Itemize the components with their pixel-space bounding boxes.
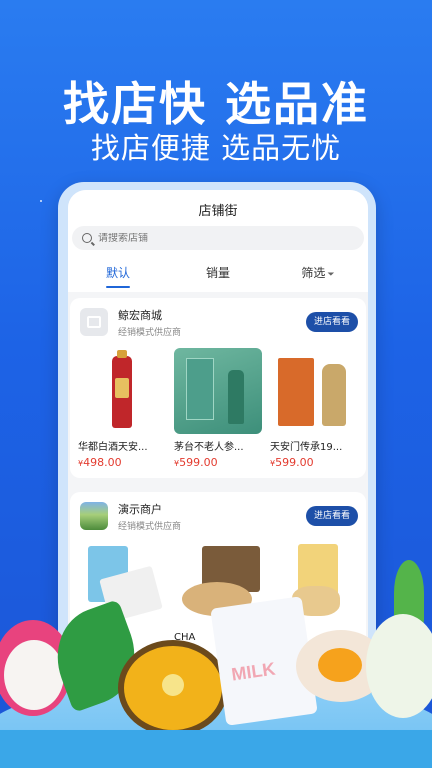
- store-header: 演示商户 经销模式供应商 进店看看: [70, 492, 366, 542]
- product-image: [174, 348, 262, 434]
- store-card: 鲸宏商城 经销模式供应商 进店看看 华都白酒天安... ¥498.00 茅台不老…: [70, 298, 366, 478]
- store-name: 演示商户: [118, 503, 162, 516]
- kiwi-illustration: [118, 640, 228, 736]
- store-name: 鲸宏商城: [118, 309, 162, 322]
- bottom-bar-decoration: [0, 730, 432, 768]
- search-icon: [82, 233, 92, 243]
- tab-default-label: 默认: [105, 266, 130, 280]
- product-item[interactable]: 华都白酒天安... ¥498.00: [76, 348, 168, 469]
- store-type: 经销模式供应商: [118, 328, 182, 338]
- search-bar[interactable]: [72, 226, 364, 250]
- filter-icon: ⏷: [327, 270, 335, 280]
- product-name: 天安门传承19...: [270, 442, 343, 453]
- hero-banner: 找店快 选品准 找店便捷 选品无忧: [0, 0, 432, 202]
- visit-store-button[interactable]: 进店看看: [305, 312, 358, 332]
- product-row: 华都白酒天安... ¥498.00 茅台不老人参... ¥599.00 天安门传…: [70, 348, 366, 469]
- hero-subtitle: 找店便捷 选品无忧: [90, 131, 342, 165]
- page-title: 店铺街: [198, 204, 238, 219]
- search-input[interactable]: [98, 232, 318, 244]
- price-value: 599.00: [275, 456, 314, 469]
- produce-illustration: MILK: [0, 560, 432, 768]
- store-street-header: 店铺街 默认 销量 筛选⏷: [68, 190, 368, 292]
- radish-illustration: [366, 614, 432, 718]
- price-value: 498.00: [83, 456, 122, 469]
- milk-label: MILK: [230, 658, 277, 685]
- visit-store-button[interactable]: 进店看看: [305, 506, 358, 526]
- product-name: 茅台不老人参...: [174, 442, 244, 453]
- sparkle-decoration: [40, 200, 42, 202]
- tab-default[interactable]: 默认: [68, 264, 168, 288]
- price-value: 599.00: [179, 456, 218, 469]
- tab-sales-label: 销量: [205, 266, 230, 280]
- store-logo: [80, 308, 108, 336]
- tab-filter-label: 筛选: [301, 266, 326, 280]
- tab-filter[interactable]: 筛选 ⏷: [268, 264, 368, 288]
- product-price: ¥498.00: [76, 456, 168, 469]
- product-item[interactable]: 天安门传承19... ¥599.00: [268, 348, 360, 469]
- store-type: 经销模式供应商: [118, 522, 182, 532]
- product-price: ¥599.00: [268, 456, 360, 469]
- sort-tabs: 默认 销量 筛选 ⏷: [68, 264, 368, 288]
- product-image: [78, 348, 166, 434]
- product-image: [270, 348, 358, 434]
- product-price: ¥599.00: [172, 456, 264, 469]
- store-header: 鲸宏商城 经销模式供应商 进店看看: [70, 298, 366, 348]
- product-item[interactable]: 茅台不老人参... ¥599.00: [172, 348, 264, 469]
- shop-icon: [87, 316, 101, 328]
- store-logo: [80, 502, 108, 530]
- tab-sales[interactable]: 销量: [168, 264, 268, 288]
- product-name: 华都白酒天安...: [78, 442, 148, 453]
